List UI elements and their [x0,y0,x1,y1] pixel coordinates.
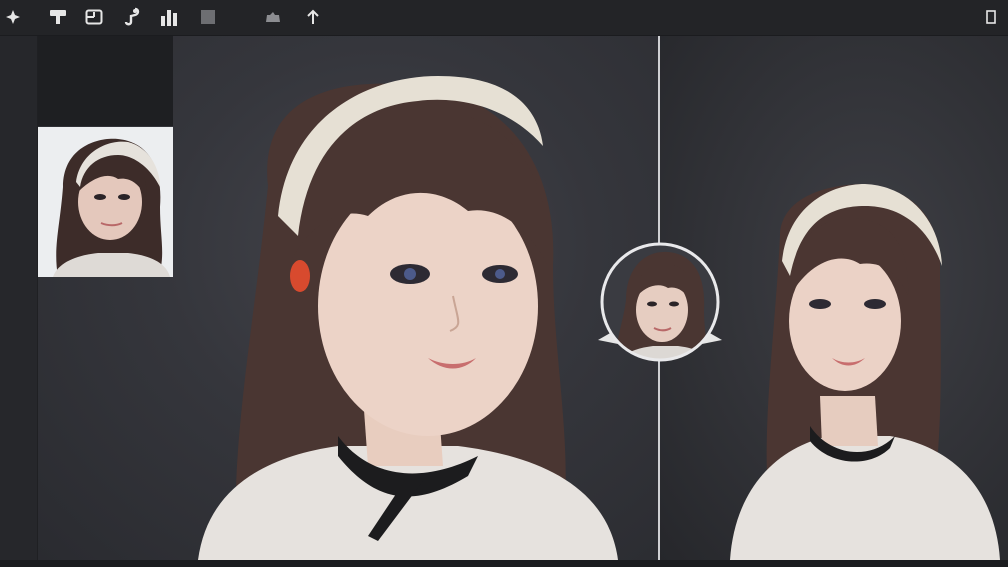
arrow-up-icon[interactable] [302,6,324,28]
compass-star-icon[interactable] [2,6,24,28]
original-thumbnail[interactable] [38,127,173,277]
bar-graph-icon[interactable] [159,6,181,28]
panel-toggle-icon[interactable] [980,6,1002,28]
brush-hook-icon[interactable] [121,6,143,28]
left-tool-rail [0,36,38,567]
bottom-status-strip [0,560,1008,567]
crop-frame-icon[interactable] [83,6,105,28]
thumbnail-header [38,36,173,126]
top-toolbar [0,0,1008,36]
stamp-tool-icon[interactable] [47,6,69,28]
portrait-thumbnail-image [38,127,173,277]
cloud-upload-icon[interactable] [262,6,284,28]
zoom-loupe[interactable] [598,240,722,364]
square-stop-icon[interactable] [197,6,219,28]
